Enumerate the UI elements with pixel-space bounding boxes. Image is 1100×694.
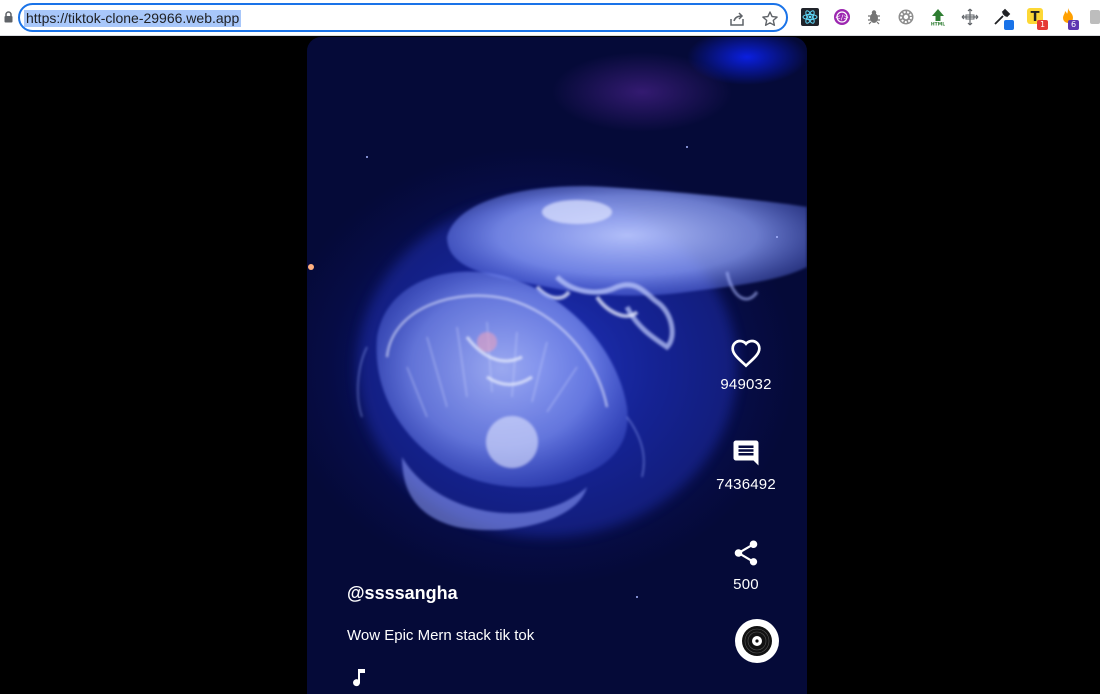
puzzle-icon[interactable] xyxy=(1089,8,1100,26)
share-page-icon[interactable] xyxy=(728,10,746,28)
lock-icon[interactable] xyxy=(4,11,13,23)
t-extension-badge: 1 xyxy=(1037,20,1048,30)
gear-extension-icon[interactable] xyxy=(897,8,915,26)
video-username[interactable]: @ssssangha xyxy=(347,583,458,604)
share-count: 500 xyxy=(733,576,759,593)
browser-toolbar: https://tiktok-clone-29966.web.app </> H… xyxy=(0,0,1100,36)
share-icon[interactable] xyxy=(730,538,762,568)
comment-action[interactable]: 7436492 xyxy=(706,438,786,493)
move-icon[interactable] xyxy=(961,8,979,26)
record-disc[interactable] xyxy=(735,619,779,663)
svg-text:HTML: HTML xyxy=(931,22,945,27)
svg-text:</>: </> xyxy=(835,14,849,22)
bug-icon[interactable] xyxy=(865,8,883,26)
like-action[interactable]: 949032 xyxy=(706,338,786,393)
like-count: 949032 xyxy=(720,376,772,393)
vinyl-record-icon xyxy=(742,626,772,656)
share-action[interactable]: 500 xyxy=(706,538,786,593)
comment-count: 7436492 xyxy=(716,476,776,493)
eyedropper-extension[interactable] xyxy=(993,8,1015,32)
heart-icon[interactable] xyxy=(730,338,762,368)
address-bar[interactable]: https://tiktok-clone-29966.web.app xyxy=(18,3,788,32)
extension-purple-icon[interactable]: </> xyxy=(833,8,851,26)
comment-icon[interactable] xyxy=(730,438,762,468)
t-extension[interactable]: T 1 xyxy=(1026,7,1050,33)
react-devtools-icon[interactable] xyxy=(801,8,819,26)
html-extension-icon[interactable]: HTML xyxy=(929,8,947,26)
video-player[interactable]: 949032 7436492 500 @ssssangha Wow Epic M… xyxy=(307,37,807,694)
fire-extension[interactable]: 6 xyxy=(1059,7,1083,33)
url-text[interactable]: https://tiktok-clone-29966.web.app xyxy=(24,10,242,27)
music-note-icon xyxy=(353,669,365,687)
video-description: Wow Epic Mern stack tik tok xyxy=(347,627,535,644)
color-swatch xyxy=(1004,20,1014,30)
fire-extension-badge: 6 xyxy=(1068,20,1079,30)
bookmark-star-icon[interactable] xyxy=(761,10,779,28)
